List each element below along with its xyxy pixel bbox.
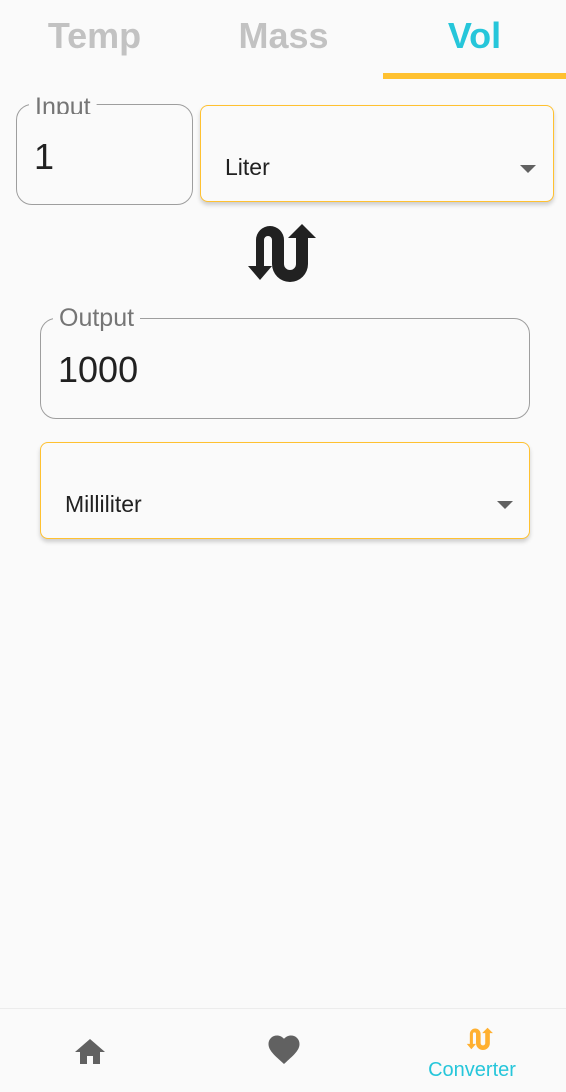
swap-units-button[interactable] [246, 220, 324, 284]
dropdown-arrow-icon [520, 165, 536, 173]
nav-favorites[interactable] [189, 1009, 378, 1092]
tab-vol[interactable]: Vol [383, 0, 566, 80]
tab-temp[interactable]: Temp [0, 0, 189, 80]
swap-vertical-icon [248, 224, 316, 282]
unit-category-tabs: Temp Mass Vol [0, 0, 566, 80]
nav-converter-label: Converter [428, 1059, 516, 1081]
input-field-container: Input [16, 92, 193, 205]
from-unit-selected: Liter [225, 154, 270, 180]
output-label: Output [53, 303, 141, 333]
tab-mass[interactable]: Mass [189, 0, 378, 80]
home-icon [75, 1039, 105, 1064]
to-unit-dropdown[interactable]: Milliliter [40, 442, 530, 539]
input-label: Input [29, 92, 97, 114]
heart-icon [268, 1035, 300, 1064]
nav-converter[interactable]: Converter [378, 1009, 566, 1092]
input-field[interactable] [34, 136, 174, 178]
to-unit-selected: Milliliter [65, 491, 142, 517]
converter-screen: Temp Mass Vol Input Liter Output Millili… [0, 0, 566, 1092]
bottom-navigation-bar: Converter [0, 1008, 566, 1092]
nav-home[interactable] [0, 1009, 189, 1092]
output-field-container: Output [40, 303, 530, 419]
active-tab-indicator [383, 73, 566, 79]
from-unit-dropdown[interactable]: Liter [200, 105, 554, 202]
dropdown-arrow-icon [497, 501, 513, 509]
output-field[interactable] [58, 349, 449, 391]
swap-vertical-icon [466, 1027, 493, 1051]
